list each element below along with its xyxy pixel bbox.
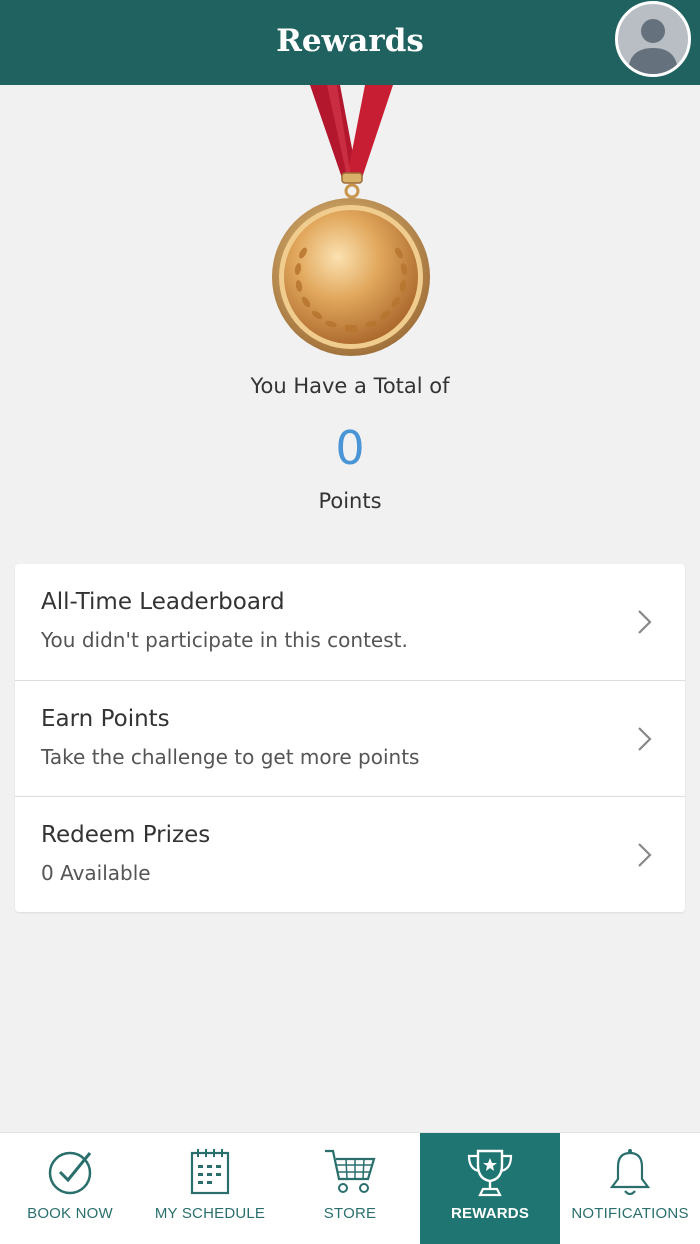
chevron-right-icon: [638, 727, 652, 751]
tab-store[interactable]: STORE: [280, 1133, 420, 1244]
app-header: Rewards: [0, 0, 700, 85]
points-unit-label: Points: [318, 489, 382, 513]
row-title: All-Time Leaderboard: [41, 589, 285, 615]
trophy-icon: [467, 1149, 513, 1197]
tab-label: STORE: [323, 1205, 377, 1222]
tab-my-schedule[interactable]: MY SCHEDULE: [140, 1133, 280, 1244]
medal-icon: [265, 85, 440, 360]
bottom-tab-bar: BOOK NOW MY SCHEDULE STORE REWARDS NOTIF…: [0, 1132, 700, 1244]
tab-rewards[interactable]: REWARDS: [420, 1133, 560, 1244]
chevron-right-icon: [638, 843, 652, 867]
redeem-prizes-row[interactable]: Redeem Prizes 0 Available: [15, 796, 685, 912]
cart-icon: [325, 1149, 376, 1193]
rewards-menu-card: All-Time Leaderboard You didn't particip…: [15, 564, 685, 912]
row-subtitle: 0 Available: [41, 861, 151, 885]
points-total-label: You Have a Total of: [250, 374, 450, 398]
leaderboard-row[interactable]: All-Time Leaderboard You didn't particip…: [15, 564, 685, 680]
tab-label: REWARDS: [450, 1205, 530, 1222]
row-subtitle: Take the challenge to get more points: [41, 745, 420, 769]
chevron-right-icon: [638, 610, 652, 634]
user-avatar-icon[interactable]: [615, 1, 691, 77]
check-circle-icon: [48, 1151, 92, 1195]
row-title: Redeem Prizes: [41, 822, 211, 848]
earn-points-row[interactable]: Earn Points Take the challenge to get mo…: [15, 680, 685, 796]
points-value: 0: [335, 421, 365, 475]
page-title: Rewards: [276, 23, 424, 59]
tab-notifications[interactable]: NOTIFICATIONS: [560, 1133, 700, 1244]
tab-book-now[interactable]: BOOK NOW: [0, 1133, 140, 1244]
tab-label: BOOK NOW: [27, 1205, 113, 1222]
row-subtitle: You didn't participate in this contest.: [41, 628, 408, 652]
tab-label: MY SCHEDULE: [154, 1205, 266, 1222]
calendar-icon: [190, 1149, 230, 1195]
tab-label: NOTIFICATIONS: [571, 1205, 689, 1222]
row-title: Earn Points: [41, 706, 170, 732]
bell-icon: [609, 1148, 651, 1196]
